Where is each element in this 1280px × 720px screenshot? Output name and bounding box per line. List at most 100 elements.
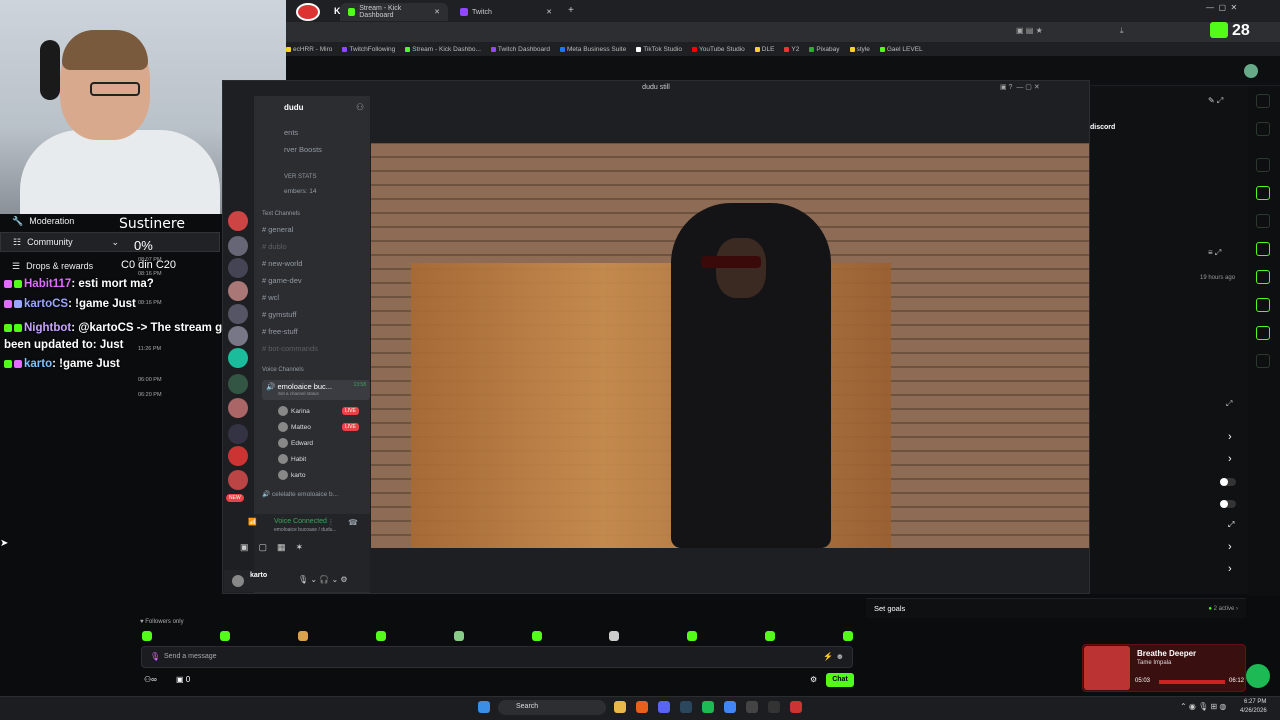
users-icon[interactable]: ⚇∞: [144, 675, 157, 684]
chevron-right-icon[interactable]: ›: [1228, 431, 1232, 443]
chat-username[interactable]: kartoCS: [24, 298, 68, 310]
folder-icon[interactable]: [614, 701, 626, 713]
bookmark[interactable]: Y2: [784, 46, 799, 53]
server-icon[interactable]: [228, 470, 248, 490]
filter-icon[interactable]: ≡ ⤢: [1208, 248, 1221, 258]
emote-icon[interactable]: [376, 631, 386, 641]
new-tab-icon[interactable]: +: [568, 5, 574, 16]
app-icon[interactable]: [790, 701, 802, 713]
screen-share-video[interactable]: [371, 143, 1089, 548]
channel-dublo[interactable]: # dublo: [262, 242, 287, 251]
system-tray-icons[interactable]: ⌃ ◉ 🎙 ⊞ ◍: [1180, 702, 1226, 711]
emote-icon[interactable]: [298, 631, 308, 641]
steam-icon[interactable]: [680, 701, 692, 713]
emote-picker-icon[interactable]: ⚡ ☻: [823, 652, 844, 661]
menu-item[interactable]: ents: [284, 128, 298, 137]
chevron-right-icon[interactable]: ›: [1228, 563, 1232, 575]
voice-user[interactable]: karto: [278, 470, 305, 480]
avatar[interactable]: [1244, 64, 1258, 78]
server-icon[interactable]: [228, 446, 248, 466]
pencil-icon[interactable]: [1256, 122, 1270, 136]
document-icon[interactable]: [1256, 214, 1270, 228]
toggle-switch[interactable]: [1220, 500, 1236, 508]
channel-free-stuff[interactable]: # free-stuff: [262, 327, 298, 336]
server-icon[interactable]: [228, 348, 248, 368]
emote-icon[interactable]: [220, 631, 230, 641]
channel-wcl[interactable]: # wcl: [262, 293, 279, 302]
emote-icon[interactable]: [454, 631, 464, 641]
app-icon[interactable]: [746, 701, 758, 713]
bookmark[interactable]: Twitch Dashboard: [490, 46, 550, 53]
expand-icon[interactable]: ⤢: [1226, 399, 1232, 409]
bookmark[interactable]: Meta Business Suite: [559, 46, 626, 53]
download-icon[interactable]: ⤓: [1120, 26, 1124, 36]
toolbar-icons[interactable]: ▣ ▤ ★: [1016, 26, 1043, 35]
channel-game-dev[interactable]: # game-dev: [262, 276, 302, 285]
nav-community[interactable]: ☷ Community ⌄: [0, 232, 220, 252]
avatar[interactable]: [232, 575, 244, 587]
spotify-icon[interactable]: [1246, 664, 1270, 688]
nav-drops[interactable]: ☰ Drops & rewards: [0, 256, 220, 276]
obs-icon[interactable]: [768, 701, 780, 713]
apps-icon[interactable]: [1256, 354, 1270, 368]
bookmark[interactable]: Stream - Kick Dashbo...: [405, 46, 481, 53]
user-controls[interactable]: 🎙 ⌄ 🎧 ⌄ ⚙: [298, 575, 348, 584]
close-icon[interactable]: ✕: [434, 8, 440, 16]
start-icon[interactable]: [478, 701, 490, 713]
window-controls[interactable]: — ▢ ✕: [1206, 3, 1237, 12]
tab-twitch[interactable]: Twitch ✕: [452, 3, 560, 21]
close-icon[interactable]: [1256, 158, 1270, 172]
emote-icon[interactable]: [142, 631, 152, 641]
chevron-right-icon[interactable]: ›: [1228, 541, 1232, 553]
close-icon[interactable]: ✕: [546, 8, 552, 16]
voice-user[interactable]: Matteo LIVE: [278, 422, 359, 432]
menu-icon[interactable]: [1256, 94, 1270, 108]
tool-icon[interactable]: [1256, 326, 1270, 340]
soundboard-icon[interactable]: ⦙: [330, 518, 332, 528]
link-icon[interactable]: [1256, 270, 1270, 284]
send-message-input[interactable]: 🎙 Send a message ⚡ ☻: [141, 646, 853, 668]
toggle-switch[interactable]: [1220, 478, 1236, 486]
server-icon[interactable]: [228, 398, 248, 418]
server-icon[interactable]: [228, 304, 248, 324]
voice-channel-active[interactable]: 🔊 emoloaice buc... 13:58 Set a channel sta…: [262, 380, 370, 400]
channel-new-world[interactable]: # new-world: [262, 259, 302, 268]
chrome-icon[interactable]: [724, 701, 736, 713]
server-name[interactable]: dudu: [284, 103, 304, 112]
server-icon[interactable]: [228, 236, 248, 256]
bookmark[interactable]: YouTube Studio: [691, 46, 745, 53]
emote-icon[interactable]: [687, 631, 697, 641]
bookmark[interactable]: Pixabay: [809, 46, 840, 53]
spotify-taskbar-icon[interactable]: [702, 701, 714, 713]
bookmark[interactable]: Gael LEVEL: [879, 46, 923, 53]
chevron-right-icon[interactable]: ›: [1228, 453, 1232, 465]
server-icon[interactable]: [228, 424, 248, 444]
bookmark[interactable]: TwitchFollowing: [342, 46, 395, 53]
profile-avatar[interactable]: [296, 3, 320, 21]
channel-general[interactable]: # general: [262, 225, 293, 234]
voice-user[interactable]: Edward: [278, 438, 313, 448]
add-friend-icon[interactable]: ⚇: [356, 102, 364, 113]
settings-icon[interactable]: ⚙: [810, 675, 817, 684]
edit-icon[interactable]: ✎ ⤢: [1208, 96, 1223, 106]
address-bar-row[interactable]: 28 ▣ ▤ ★ ⤓: [286, 22, 1280, 42]
server-icon[interactable]: [228, 258, 248, 278]
bookmark[interactable]: DLE: [754, 46, 774, 53]
lightning-icon[interactable]: [1256, 186, 1270, 200]
taskbar-search[interactable]: Search: [498, 700, 606, 715]
calendar-icon[interactable]: [1256, 298, 1270, 312]
window-controls[interactable]: ▣ ? — ▢ ✕: [1000, 83, 1040, 91]
server-icon[interactable]: [228, 374, 248, 394]
firefox-icon[interactable]: [636, 701, 648, 713]
set-goals-row[interactable]: Set goals ● 2 active ›: [866, 598, 1246, 618]
chat-username[interactable]: Habit117: [24, 278, 71, 290]
voice-actions[interactable]: ▣ ▢ ▦ ✶: [240, 542, 303, 553]
text-channels-header[interactable]: Text Channels: [262, 211, 300, 217]
channel-gymstuff[interactable]: # gymstuff: [262, 310, 296, 319]
chat-icon[interactable]: [1256, 242, 1270, 256]
discord-icon[interactable]: [658, 701, 670, 713]
server-icon[interactable]: [228, 211, 248, 231]
bookmark[interactable]: ecHRR - Miro: [286, 46, 332, 53]
bookmark[interactable]: style: [849, 46, 870, 53]
voice-user[interactable]: Karina LIVE: [278, 406, 359, 416]
